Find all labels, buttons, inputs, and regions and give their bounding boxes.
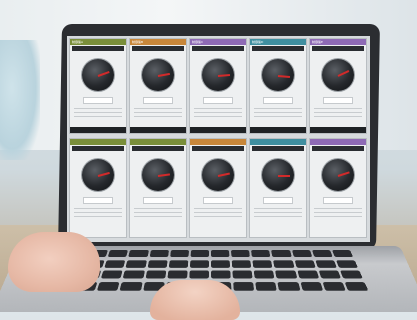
right-hand bbox=[150, 280, 240, 320]
panel-subheader bbox=[192, 46, 244, 51]
gauge-panel[interactable]: 制御盤D bbox=[249, 38, 307, 134]
gauge-readout bbox=[323, 197, 353, 204]
panel-subheader bbox=[72, 146, 124, 151]
panel-lines bbox=[134, 208, 182, 217]
panel-header: 制御盤C bbox=[190, 39, 246, 45]
gauge bbox=[198, 155, 238, 195]
gauge-panel[interactable] bbox=[309, 138, 367, 238]
gauge bbox=[318, 55, 358, 95]
panel-subheader bbox=[252, 146, 304, 151]
panel-subheader bbox=[312, 46, 364, 51]
panel-header bbox=[130, 139, 186, 145]
gauge-readout bbox=[323, 97, 353, 104]
gauge-readout bbox=[83, 97, 113, 104]
laptop-screen: 制御盤A 制御盤B 制御盤C 制御盤D 制御盤E bbox=[67, 36, 370, 242]
gauge-panel[interactable]: 制御盤E bbox=[309, 38, 367, 134]
gauge-panel[interactable]: 制御盤A bbox=[69, 38, 127, 134]
gauge-panel[interactable] bbox=[189, 138, 247, 238]
panel-lines bbox=[254, 108, 302, 117]
panel-header bbox=[70, 139, 126, 145]
background-plant bbox=[0, 40, 40, 160]
gauge-readout bbox=[143, 97, 173, 104]
panel-lines bbox=[254, 208, 302, 217]
gauge bbox=[258, 55, 298, 95]
left-hand bbox=[8, 232, 100, 292]
panel-lines bbox=[134, 108, 182, 117]
panel-subheader bbox=[192, 146, 244, 151]
panel-subheader bbox=[132, 46, 184, 51]
gauge-panel[interactable]: 制御盤C bbox=[189, 38, 247, 134]
panel-header: 制御盤B bbox=[130, 39, 186, 45]
panel-subheader bbox=[312, 146, 364, 151]
panel-footer bbox=[310, 127, 366, 133]
panel-subheader bbox=[72, 46, 124, 51]
gauge-panel[interactable]: 制御盤B bbox=[129, 38, 187, 134]
gauge bbox=[138, 55, 178, 95]
panel-subheader bbox=[252, 46, 304, 51]
gauge bbox=[258, 155, 298, 195]
panel-header bbox=[250, 139, 306, 145]
panel-header: 制御盤E bbox=[310, 39, 366, 45]
panel-header: 制御盤D bbox=[250, 39, 306, 45]
gauge-readout bbox=[203, 197, 233, 204]
panel-lines bbox=[314, 208, 362, 217]
panel-header bbox=[190, 139, 246, 145]
gauge bbox=[78, 155, 118, 195]
gauge-panel[interactable] bbox=[129, 138, 187, 238]
gauge-readout bbox=[83, 197, 113, 204]
panel-footer bbox=[250, 127, 306, 133]
panel-lines bbox=[194, 108, 242, 117]
gauge bbox=[318, 155, 358, 195]
gauge-needle bbox=[278, 175, 290, 177]
gauge bbox=[78, 55, 118, 95]
panel-lines bbox=[74, 108, 122, 117]
panel-footer bbox=[130, 127, 186, 133]
gauge-readout bbox=[263, 97, 293, 104]
panel-footer bbox=[190, 127, 246, 133]
gauge-readout bbox=[143, 197, 173, 204]
gauge bbox=[198, 55, 238, 95]
panel-lines bbox=[194, 208, 242, 217]
panel-lines bbox=[314, 108, 362, 117]
gauge-panel[interactable] bbox=[69, 138, 127, 238]
panel-lines bbox=[74, 208, 122, 217]
gauge-panel[interactable] bbox=[249, 138, 307, 238]
panel-footer bbox=[70, 127, 126, 133]
gauge-readout bbox=[203, 97, 233, 104]
panel-subheader bbox=[132, 146, 184, 151]
panel-header bbox=[310, 139, 366, 145]
gauge-readout bbox=[263, 197, 293, 204]
gauge bbox=[138, 155, 178, 195]
panel-header: 制御盤A bbox=[70, 39, 126, 45]
